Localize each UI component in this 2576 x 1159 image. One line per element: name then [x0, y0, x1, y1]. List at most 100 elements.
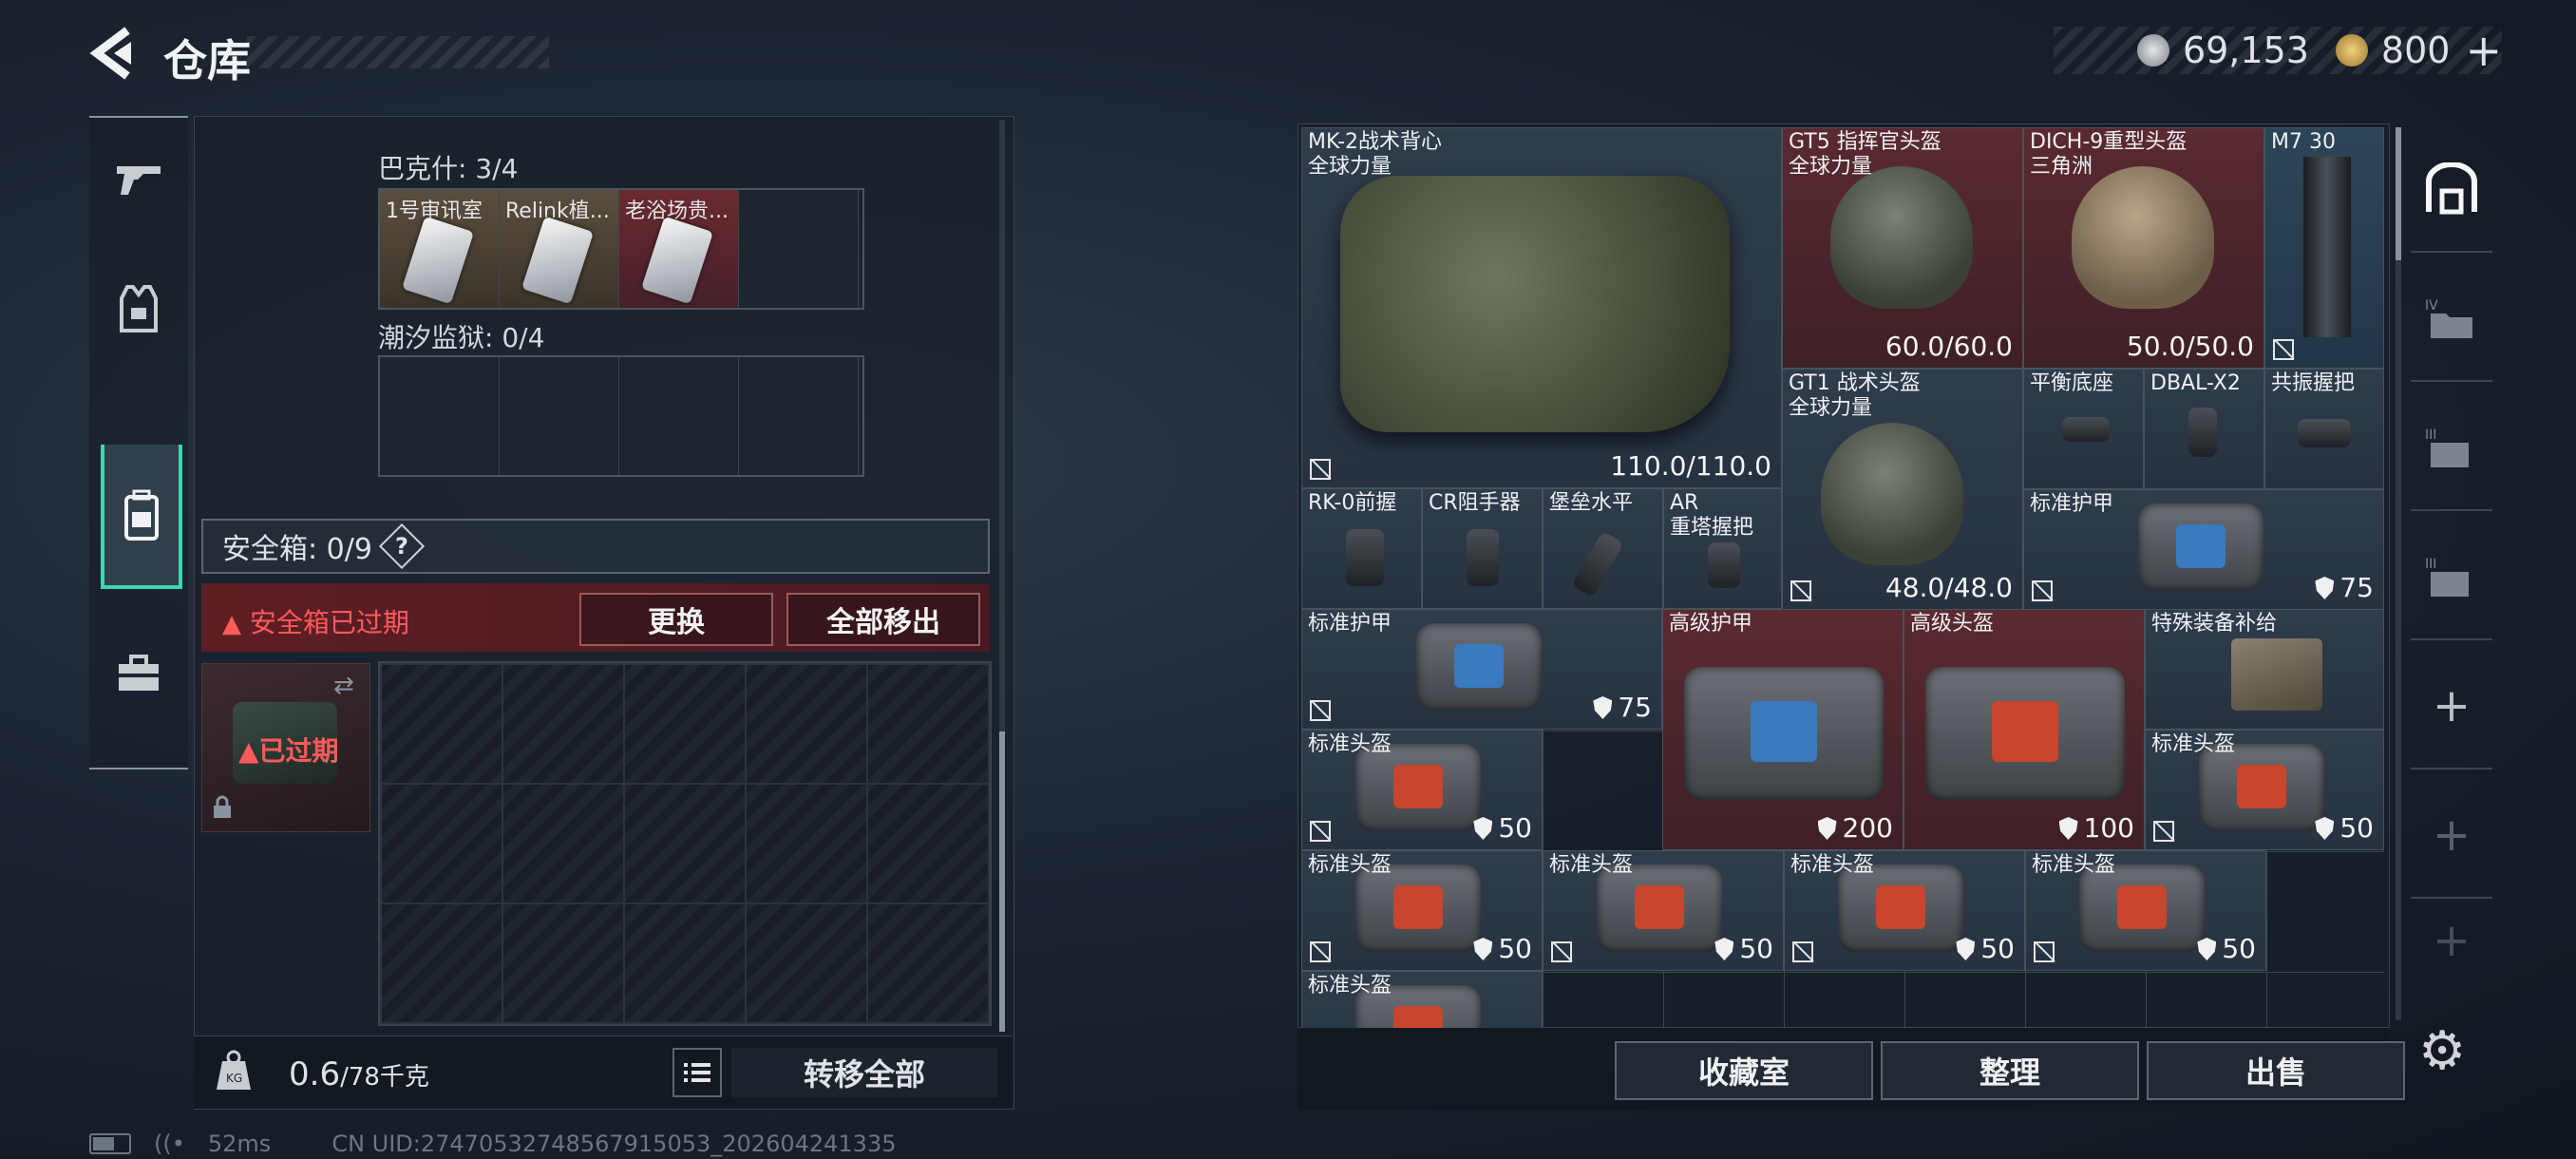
no-insure-icon — [2034, 941, 2055, 962]
item-name: 堡垒水平 — [1549, 491, 1634, 515]
gun-icon[interactable] — [89, 118, 188, 241]
item-standard-helmet[interactable]: 标准头盔 — [1301, 971, 1543, 1028]
right-scrollbar[interactable] — [2396, 127, 2401, 1020]
item-advanced-helmet[interactable]: 高级头盔 100 — [1904, 609, 2145, 850]
toolbox-icon[interactable] — [89, 612, 188, 735]
item-durability: 48.0/48.0 — [1885, 572, 2013, 603]
help-icon[interactable]: ? — [378, 522, 425, 570]
no-insure-icon — [2273, 339, 2294, 360]
item-name: GT1 战术头盔 全球力量 — [1789, 371, 1921, 420]
item-special-supply[interactable]: 特殊装备补给 — [2145, 609, 2384, 730]
svg-text:IV: IV — [2425, 298, 2438, 314]
warning-icon: ▲ — [222, 610, 241, 638]
silver-amount: 69,153 — [2182, 29, 2309, 71]
item-standard-armor[interactable]: 标准护甲 75 — [1301, 609, 1662, 730]
vest-icon[interactable] — [89, 247, 188, 370]
folder-icon[interactable]: IV — [2411, 256, 2492, 382]
list-icon[interactable] — [672, 1048, 722, 1097]
item-ar-grip[interactable]: AR 重塔握把 — [1663, 488, 1782, 609]
item-dich9-helmet[interactable]: DICH-9重型头盔 三角洲 50.0/50.0 — [2023, 127, 2264, 369]
keycard-slot[interactable]: 1号审讯室 — [380, 190, 500, 308]
shield-icon — [1956, 938, 1976, 960]
sell-button[interactable]: 出售 — [2147, 1041, 2405, 1100]
battery-icon — [89, 1133, 131, 1154]
collection-room-button[interactable]: 收藏室 — [1615, 1041, 1873, 1100]
item-standard-armor[interactable]: 标准护甲 75 — [2023, 489, 2384, 610]
part-icon — [2062, 417, 2110, 442]
shield-icon — [1473, 938, 1493, 960]
item-armor-value: 50 — [1473, 812, 1532, 844]
item-name: 特殊装备补给 — [2151, 612, 2278, 636]
no-insure-icon — [2032, 580, 2053, 601]
item-resonance-grip[interactable]: 共振握把 — [2264, 369, 2384, 489]
keycard-slot[interactable]: 老浴场贵... — [619, 190, 739, 308]
item-name: M7 30 — [2271, 130, 2336, 154]
empty-keycard-slot[interactable] — [500, 357, 619, 475]
item-standard-helmet[interactable]: 标准头盔 50 — [1543, 850, 1784, 971]
silver-coin-icon — [2136, 34, 2169, 66]
replace-button[interactable]: 更换 — [579, 593, 773, 646]
item-name: 高级头盔 — [1910, 612, 1995, 636]
right-scrollbar-thumb[interactable] — [2396, 127, 2401, 260]
item-armor-value: 50 — [2197, 933, 2256, 964]
case-expired-label: ▲已过期 — [238, 735, 339, 767]
item-name: 标准护甲 — [1308, 612, 1392, 636]
part-icon — [2188, 408, 2217, 457]
shield-icon — [2315, 577, 2335, 599]
item-cr-grip[interactable]: CR阻手器 — [1422, 488, 1543, 609]
weight-readout: 0.6/78千克 — [289, 1055, 429, 1093]
item-name: DBAL-X2 — [2150, 371, 2241, 395]
item-bastion-level[interactable]: 堡垒水平 — [1543, 488, 1663, 609]
helmet-icon — [1821, 423, 1963, 565]
item-standard-helmet[interactable]: 标准头盔 50 — [1301, 850, 1543, 971]
empty-keycard-slot[interactable] — [619, 357, 739, 475]
item-dbal-x2[interactable]: DBAL-X2 — [2144, 369, 2264, 489]
part-icon — [1467, 529, 1499, 586]
organize-button[interactable]: 整理 — [1881, 1041, 2139, 1100]
gear-icon[interactable]: ⚙ — [2418, 1020, 2466, 1082]
item-standard-helmet[interactable]: 标准头盔 50 — [1784, 850, 2025, 971]
back-arrow-icon[interactable] — [87, 25, 135, 82]
bakshi-keycard-label: 巴克什: 3/4 — [378, 153, 519, 184]
empty-keycard-slot[interactable] — [739, 357, 859, 475]
item-name: 标准头盔 — [1549, 853, 1634, 877]
no-insure-icon — [1310, 941, 1331, 962]
item-armor-value: 75 — [1593, 692, 1652, 723]
case-2-icon[interactable]: III — [2411, 515, 2492, 640]
item-standard-helmet[interactable]: 标准头盔 50 — [1301, 730, 1543, 850]
item-advanced-armor[interactable]: 高级护甲 200 — [1662, 609, 1904, 850]
add-icon[interactable]: + — [2411, 773, 2492, 899]
keycard-slot[interactable]: Relink植... — [500, 190, 619, 308]
transfer-all-button[interactable]: 转移全部 — [731, 1048, 997, 1097]
item-balance-base[interactable]: 平衡底座 — [2023, 369, 2144, 489]
add-icon[interactable]: + — [2411, 644, 2492, 770]
empty-keycard-slot[interactable] — [739, 190, 859, 308]
backpack-icon[interactable] — [101, 445, 182, 589]
shield-icon — [1817, 817, 1837, 840]
left-scrollbar-thumb[interactable] — [999, 732, 1005, 1032]
remove-all-button[interactable]: 全部移出 — [786, 593, 980, 646]
wifi-icon: ((• — [154, 1130, 185, 1157]
add-icon[interactable]: + — [2411, 902, 2492, 978]
item-mk2-vest[interactable]: MK-2战术背心 全球力量 110.0/110.0 — [1301, 127, 1782, 488]
no-insure-icon — [1792, 941, 1813, 962]
part-icon — [1708, 542, 1740, 588]
empty-keycard-slot[interactable] — [380, 357, 500, 475]
safe-box-header: 安全箱: 0/9 ? — [201, 519, 990, 574]
item-armor-value: 200 — [1817, 812, 1893, 844]
keycard-icon — [640, 216, 714, 305]
item-standard-helmet[interactable]: 标准头盔 50 — [2025, 850, 2266, 971]
add-currency-button[interactable]: + — [2465, 25, 2502, 76]
item-gt5-helmet[interactable]: GT5 指挥官头盔 全球力量 60.0/60.0 — [1782, 127, 2023, 369]
item-rk0-grip[interactable]: RK-0前握 — [1301, 488, 1422, 609]
item-gt1-helmet[interactable]: GT1 战术头盔 全球力量 48.0/48.0 — [1782, 369, 2023, 610]
no-insure-icon — [2153, 821, 2174, 842]
item-m7-magazine[interactable]: M7 30 — [2264, 127, 2384, 369]
safe-case-slot[interactable]: ▲已过期 ⇄ — [201, 663, 370, 832]
item-armor-value: 100 — [2058, 812, 2134, 844]
case-1-icon[interactable]: III — [2411, 386, 2492, 511]
stash-icon[interactable] — [2411, 127, 2492, 253]
safe-case-grid[interactable] — [378, 661, 992, 1026]
title-decoration — [247, 36, 549, 68]
item-standard-helmet[interactable]: 标准头盔 50 — [2145, 730, 2384, 850]
